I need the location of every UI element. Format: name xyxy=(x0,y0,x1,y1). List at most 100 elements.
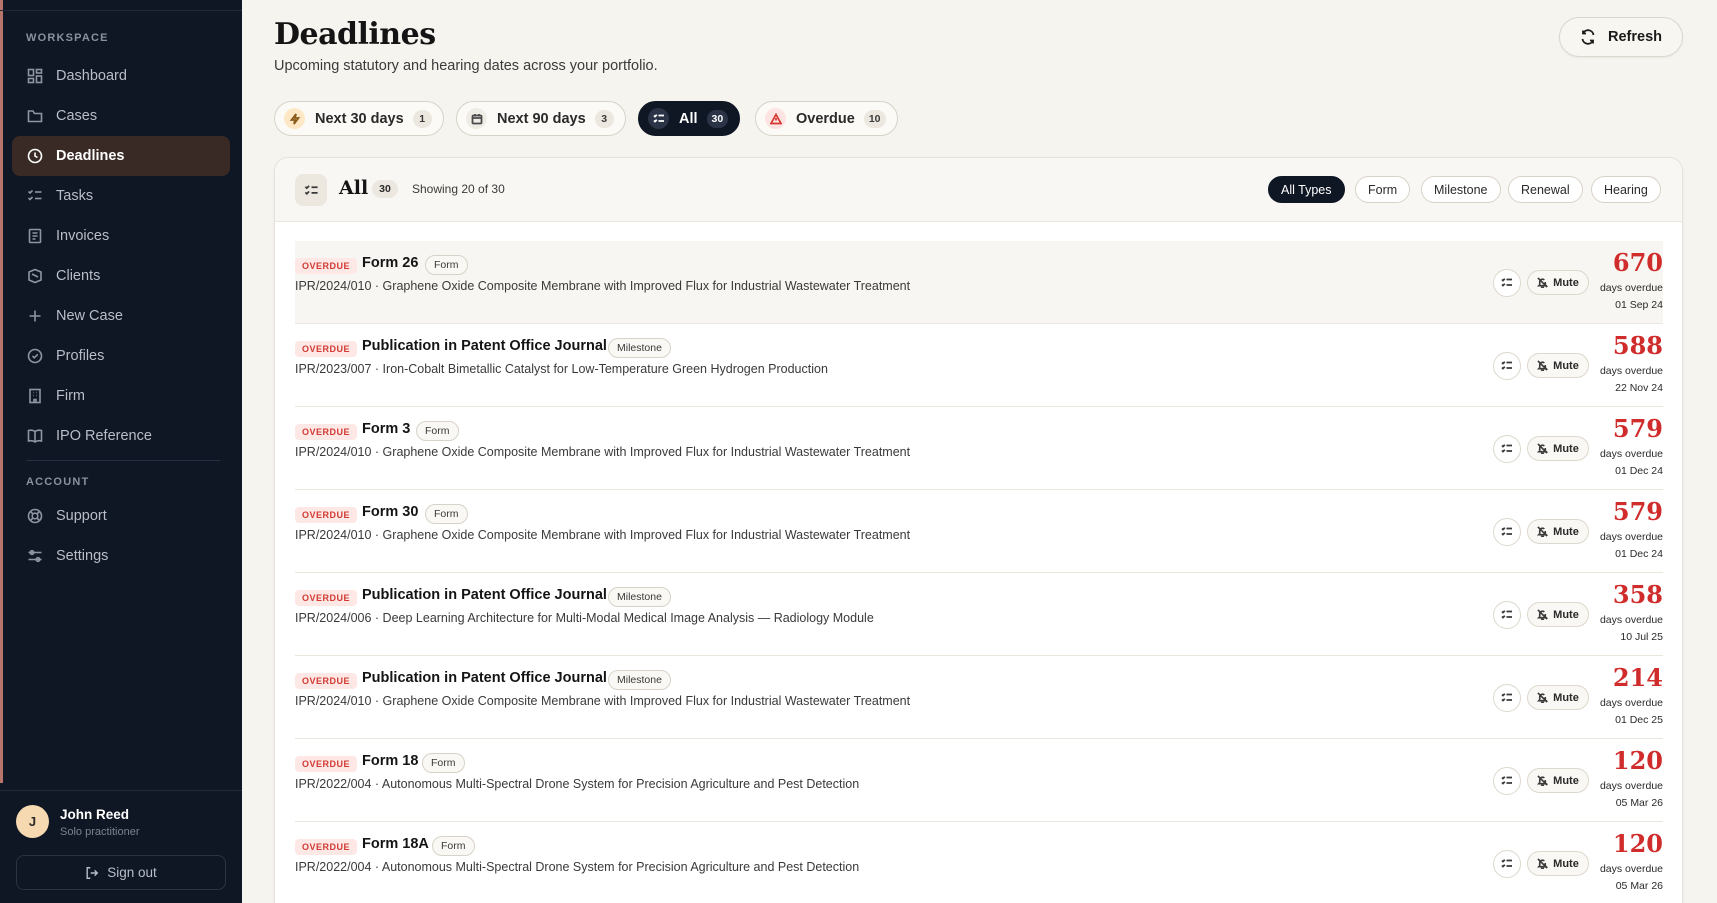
add-task-button[interactable] xyxy=(1493,850,1521,878)
mute-button[interactable]: Mute xyxy=(1527,851,1589,876)
days-overdue-count: 670 xyxy=(1612,248,1663,277)
deadline-title[interactable]: Form 18 xyxy=(362,753,418,769)
case-reference[interactable]: IPR/2024/006 · Deep Learning Architectur… xyxy=(295,611,874,625)
filter-milestone[interactable]: Milestone xyxy=(1421,176,1501,203)
table-row[interactable]: OVERDUE Publication in Patent Office Jou… xyxy=(295,656,1663,739)
panel-count-badge: 30 xyxy=(372,180,398,198)
tab-all[interactable]: All 30 xyxy=(638,101,741,136)
refresh-button[interactable]: Refresh xyxy=(1559,17,1683,57)
table-row[interactable]: OVERDUE Form 3 Form IPR/2024/010 · Graph… xyxy=(295,407,1663,490)
add-task-button[interactable] xyxy=(1493,269,1521,297)
sidebar-item-new-case[interactable]: New Case xyxy=(12,296,230,336)
days-overdue-label: days overdue xyxy=(1599,780,1663,792)
filter-all-types[interactable]: All Types xyxy=(1268,176,1345,203)
sign-out-label: Sign out xyxy=(107,865,157,880)
type-chip: Form xyxy=(422,753,465,773)
mute-label: Mute xyxy=(1553,359,1579,372)
due-date: 01 Dec 24 xyxy=(1615,465,1663,477)
deadline-title[interactable]: Form 18A xyxy=(362,836,429,852)
case-reference[interactable]: IPR/2022/004 · Autonomous Multi-Spectral… xyxy=(295,777,859,791)
panel-title: All xyxy=(339,177,369,199)
tab-next-30-days[interactable]: Next 30 days 1 xyxy=(274,101,444,136)
case-reference[interactable]: IPR/2024/010 · Graphene Oxide Composite … xyxy=(295,279,910,293)
mute-button[interactable]: Mute xyxy=(1527,768,1589,793)
table-row[interactable]: OVERDUE Form 18 Form IPR/2022/004 · Auto… xyxy=(295,739,1663,822)
bell-off-icon xyxy=(1537,692,1549,703)
table-row[interactable]: OVERDUE Form 18A Form IPR/2022/004 · Aut… xyxy=(295,822,1663,903)
deadline-title[interactable]: Form 30 xyxy=(362,504,418,520)
sidebar-item-label: IPO Reference xyxy=(56,428,152,444)
sidebar-item-settings[interactable]: Settings xyxy=(12,536,230,576)
sign-out-button[interactable]: Sign out xyxy=(16,855,226,890)
case-reference[interactable]: IPR/2023/007 · Iron-Cobalt Bimetallic Ca… xyxy=(295,362,828,376)
showing-count: Showing 20 of 30 xyxy=(412,182,505,196)
mute-button[interactable]: Mute xyxy=(1527,436,1589,461)
tab-count: 30 xyxy=(706,109,729,128)
case-reference[interactable]: IPR/2024/010 · Graphene Oxide Composite … xyxy=(295,528,910,542)
tab-label: All xyxy=(679,110,698,127)
add-task-button[interactable] xyxy=(1493,518,1521,546)
list-check-icon xyxy=(1501,610,1512,619)
status-badge: OVERDUE xyxy=(295,424,358,440)
type-chip: Milestone xyxy=(608,587,671,607)
table-row[interactable]: OVERDUE Form 26 Form IPR/2024/010 · Grap… xyxy=(295,241,1663,324)
add-task-button[interactable] xyxy=(1493,601,1521,629)
plus-icon xyxy=(29,310,41,322)
sidebar-item-support[interactable]: Support xyxy=(12,496,230,536)
sidebar-item-clients[interactable]: Clients xyxy=(12,256,230,296)
sidebar-item-ipo-reference[interactable]: IPO Reference xyxy=(12,416,230,456)
add-task-button[interactable] xyxy=(1493,435,1521,463)
deadline-title[interactable]: Publication in Patent Office Journal xyxy=(362,338,607,354)
deadline-title[interactable]: Form 3 xyxy=(362,421,410,437)
mute-button[interactable]: Mute xyxy=(1527,602,1589,627)
status-badge: OVERDUE xyxy=(295,590,358,606)
tab-next-90-days[interactable]: Next 90 days 3 xyxy=(456,101,626,136)
type-chip: Form xyxy=(425,255,468,275)
deadline-title[interactable]: Publication in Patent Office Journal xyxy=(362,670,607,686)
table-row[interactable]: OVERDUE Publication in Patent Office Jou… xyxy=(295,573,1663,656)
sidebar-item-firm[interactable]: Firm xyxy=(12,376,230,416)
calendar-icon xyxy=(466,108,487,129)
avatar[interactable]: J xyxy=(16,805,49,838)
days-overdue-label: days overdue xyxy=(1599,448,1663,460)
deadline-title[interactable]: Publication in Patent Office Journal xyxy=(362,587,607,603)
deadlines-panel: All 30 Showing 20 of 30 All Types Form M… xyxy=(274,157,1683,903)
status-badge: OVERDUE xyxy=(295,756,358,772)
days-overdue-count: 120 xyxy=(1612,746,1663,775)
add-task-button[interactable] xyxy=(1493,352,1521,380)
sidebar-item-label: Cases xyxy=(56,108,98,124)
mute-button[interactable]: Mute xyxy=(1527,685,1589,710)
sidebar: WORKSPACE Dashboard Cases Deadlines Task… xyxy=(0,0,242,903)
table-row[interactable]: OVERDUE Form 30 Form IPR/2024/010 · Grap… xyxy=(295,490,1663,573)
sidebar-item-label: New Case xyxy=(56,308,123,324)
sidebar-item-dashboard[interactable]: Dashboard xyxy=(12,56,230,96)
sidebar-item-profiles[interactable]: Profiles xyxy=(12,336,230,376)
case-reference[interactable]: IPR/2022/004 · Autonomous Multi-Spectral… xyxy=(295,860,859,874)
days-overdue-label: days overdue xyxy=(1599,614,1663,626)
mute-button[interactable]: Mute xyxy=(1527,270,1589,295)
tab-count: 10 xyxy=(863,109,886,128)
add-task-button[interactable] xyxy=(1493,767,1521,795)
add-task-button[interactable] xyxy=(1493,684,1521,712)
case-reference[interactable]: IPR/2024/010 · Graphene Oxide Composite … xyxy=(295,445,910,459)
deadline-title[interactable]: Form 26 xyxy=(362,255,418,271)
mute-label: Mute xyxy=(1553,857,1579,870)
mute-button[interactable]: Mute xyxy=(1527,353,1589,378)
sidebar-item-tasks[interactable]: Tasks xyxy=(12,176,230,216)
filter-hearing[interactable]: Hearing xyxy=(1591,176,1661,203)
tab-overdue[interactable]: Overdue 10 xyxy=(755,101,898,136)
filter-renewal[interactable]: Renewal xyxy=(1508,176,1583,203)
filter-form[interactable]: Form xyxy=(1355,176,1411,203)
mute-button[interactable]: Mute xyxy=(1527,519,1589,544)
status-badge: OVERDUE xyxy=(295,258,358,274)
sidebar-item-deadlines[interactable]: Deadlines xyxy=(12,136,230,176)
user-role: Solo practitioner xyxy=(60,826,140,838)
due-date: 10 Jul 25 xyxy=(1620,631,1663,643)
sidebar-item-invoices[interactable]: Invoices xyxy=(12,216,230,256)
bell-off-icon xyxy=(1537,443,1549,454)
folder-icon xyxy=(27,110,43,123)
table-row[interactable]: OVERDUE Publication in Patent Office Jou… xyxy=(295,324,1663,407)
case-reference[interactable]: IPR/2024/010 · Graphene Oxide Composite … xyxy=(295,694,910,708)
check-circle-icon xyxy=(27,348,43,364)
sidebar-item-cases[interactable]: Cases xyxy=(12,96,230,136)
